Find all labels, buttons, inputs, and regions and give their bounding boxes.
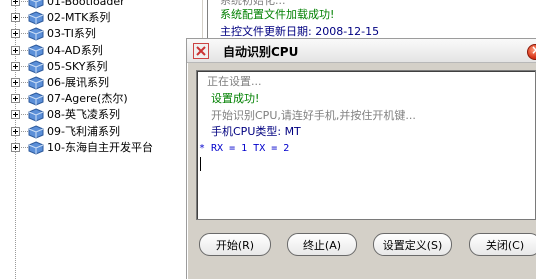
cube-icon xyxy=(28,76,44,90)
output-line-success: 设置成功! xyxy=(211,92,260,105)
output-line-cpu-type: 手机CPU类型: MT xyxy=(211,125,301,138)
detect-output-box[interactable]: 正在设置... 设置成功! 开始识别CPU,请连好手机,并按住开机键... 手机… xyxy=(196,70,536,220)
tree-item-label: 05-SKY系列 xyxy=(47,59,108,73)
cube-icon xyxy=(28,92,44,106)
log-line-config: 系统配置文件加载成功! xyxy=(220,8,335,21)
tree-connector xyxy=(21,49,28,51)
output-line-setting: 正在设置... xyxy=(207,75,262,88)
tree-item-label: 01-Bootloader xyxy=(47,0,125,8)
tree-item[interactable]: 03-TI系列 xyxy=(0,26,203,42)
tree-item[interactable]: 07-Agere(杰尔) xyxy=(0,91,203,107)
app-icon xyxy=(193,43,209,59)
cube-icon xyxy=(28,11,44,25)
tree-item[interactable]: 08-英飞凌系列 xyxy=(0,107,203,123)
dialog-titlebar[interactable]: 自动识别CPU xyxy=(187,39,536,63)
tree-item-label: 07-Agere(杰尔) xyxy=(47,92,128,106)
expand-icon[interactable] xyxy=(11,29,20,39)
tree-connector xyxy=(21,114,28,116)
tree-item[interactable]: 10-东海自主开发平台 xyxy=(0,140,203,156)
tree-item-label: 09-飞利浦系列 xyxy=(47,124,120,138)
tree-item[interactable]: 01-Bootloader xyxy=(0,0,203,10)
tree-connector xyxy=(21,130,28,132)
cube-icon xyxy=(28,60,44,74)
expand-icon[interactable] xyxy=(11,142,20,152)
cube-icon xyxy=(28,0,44,9)
tree-connector xyxy=(21,1,28,2)
text-caret xyxy=(200,157,201,171)
tree-item-label: 04-AD系列 xyxy=(47,43,103,57)
tree-connector xyxy=(21,82,28,83)
tree-item-label: 06-展讯系列 xyxy=(47,76,109,89)
close-button[interactable]: 关闭(C) xyxy=(469,233,536,256)
tree-item[interactable]: 06-展讯系列 xyxy=(0,75,203,91)
cpu-tree-panel: 01-Bootloader 02-MTK系列 03-TI系列 04-AD系列 05-SK… xyxy=(0,0,203,279)
expand-icon[interactable] xyxy=(11,78,20,87)
expand-icon[interactable] xyxy=(11,0,20,6)
cube-icon xyxy=(28,27,44,41)
tree-item[interactable]: 09-飞利浦系列 xyxy=(0,124,203,140)
cube-icon xyxy=(28,108,44,122)
dialog-title: 自动识别CPU xyxy=(223,45,299,59)
tree-connector xyxy=(21,65,28,67)
auto-detect-cpu-dialog: 自动识别CPU 正在设置... 设置成功! 开始识别CPU,请连好手机,并按住开… xyxy=(186,38,536,279)
tree-item[interactable]: 05-SKY系列 xyxy=(0,59,203,75)
tree-item[interactable]: 02-MTK系列 xyxy=(0,10,203,26)
tree-connector xyxy=(21,98,28,100)
expand-icon[interactable] xyxy=(11,110,20,120)
tree-connector xyxy=(21,33,28,35)
expand-icon[interactable] xyxy=(11,13,20,23)
tree-item-label: 08-英飞凌系列 xyxy=(47,108,120,122)
start-button[interactable]: 开始(R) xyxy=(199,233,271,256)
tree-connector xyxy=(21,17,28,19)
cube-icon xyxy=(28,141,44,155)
settings-button[interactable]: 设置定义(S) xyxy=(373,233,452,256)
expand-icon[interactable] xyxy=(11,45,20,55)
cube-icon xyxy=(28,125,44,139)
app-window: 01-Bootloader 02-MTK系列 03-TI系列 04-AD系列 05-SK… xyxy=(0,0,536,279)
tree-connector xyxy=(21,146,28,148)
cube-icon xyxy=(28,44,44,58)
output-line-rx-tx: * RX = 1 TX = 2 xyxy=(199,143,290,154)
tree-item-label: 02-MTK系列 xyxy=(47,11,111,25)
stop-button[interactable]: 终止(A) xyxy=(287,233,357,256)
expand-icon[interactable] xyxy=(11,61,20,71)
expand-icon[interactable] xyxy=(11,94,20,104)
tree-item-label: 03-TI系列 xyxy=(47,27,96,41)
close-icon[interactable] xyxy=(527,43,536,60)
output-line-start-detect: 开始识别CPU,请连好手机,并按住开机键... xyxy=(211,109,416,122)
log-line-date: 主控文件更新日期: 2008-12-15 xyxy=(220,25,380,38)
tree-item[interactable]: 04-AD系列 xyxy=(0,43,203,59)
tree-item-label: 10-东海自主开发平台 xyxy=(47,140,153,154)
expand-icon[interactable] xyxy=(11,126,20,136)
log-line-init: 系统初始化... xyxy=(220,0,286,7)
